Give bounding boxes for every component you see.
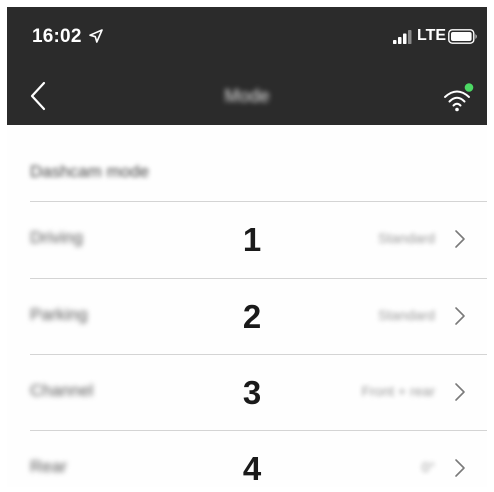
page-title: Mode	[224, 86, 270, 106]
phone-screen: 16:02 LTE Mode Dashcam mode Driving 1 St…	[7, 7, 487, 487]
row-value: Standard	[378, 230, 435, 246]
chevron-right-icon	[455, 307, 465, 325]
row-label: Parking	[30, 305, 88, 324]
status-time: 16:02	[32, 26, 82, 47]
row-number: 4	[242, 450, 262, 487]
chevron-right-icon	[455, 383, 465, 401]
row-value: Front + rear	[361, 383, 435, 399]
chevron-right-icon	[455, 230, 465, 248]
status-bar: 16:02 LTE	[7, 7, 487, 67]
section-header: Dashcam mode	[30, 162, 150, 181]
row-value: Standard	[378, 307, 435, 323]
row-rear[interactable]: Rear 4 0°	[7, 431, 487, 487]
wifi-icon[interactable]	[441, 81, 475, 115]
row-channel[interactable]: Channel 3 Front + rear	[7, 355, 487, 431]
row-label: Driving	[30, 228, 83, 247]
row-number: 1	[242, 221, 262, 258]
navigation-bar: Mode	[7, 67, 487, 125]
row-label: Channel	[30, 381, 94, 400]
chevron-right-icon	[455, 459, 465, 477]
row-number: 3	[242, 374, 262, 411]
location-arrow-icon	[89, 29, 103, 43]
row-label: Rear	[30, 457, 67, 476]
row-parking[interactable]: Parking 2 Standard	[7, 279, 487, 355]
row-value: 0°	[421, 459, 435, 475]
cellular-signal-icon	[393, 30, 412, 44]
battery-icon	[448, 29, 477, 44]
row-number: 2	[242, 298, 262, 335]
row-driving[interactable]: Driving 1 Standard	[7, 202, 487, 278]
network-type-label: LTE	[417, 27, 447, 44]
